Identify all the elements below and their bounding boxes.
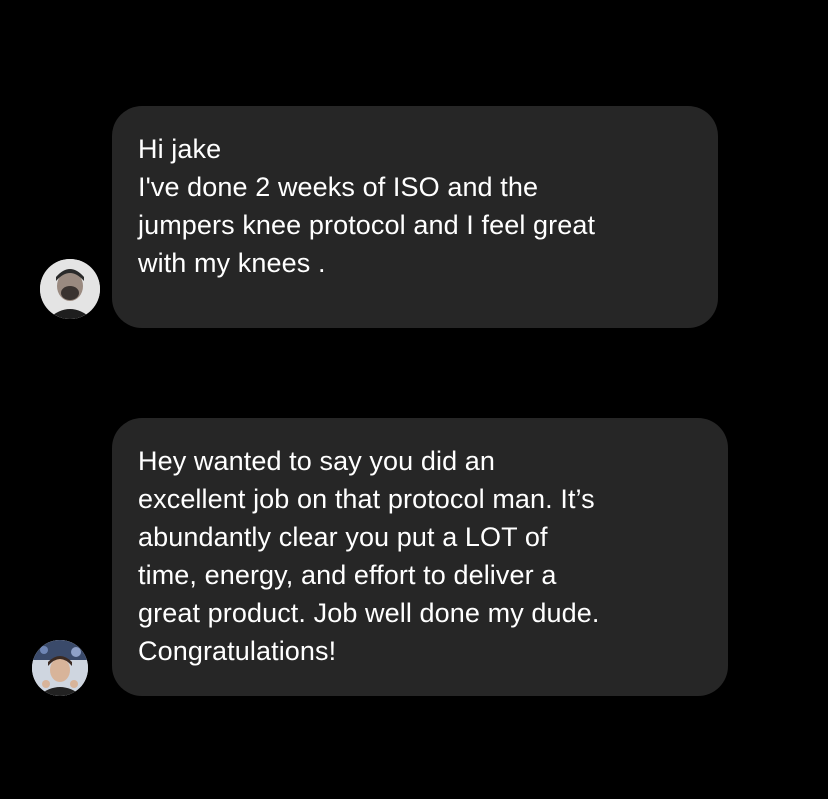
avatar-photo-icon <box>40 259 100 319</box>
message-text-line: abundantly clear you put a LOT of <box>138 522 548 552</box>
message-text-line: Hi jake <box>138 134 222 164</box>
user-avatar-icon[interactable] <box>32 640 88 696</box>
message-text-line: excellent job on that protocol man. It’s <box>138 484 595 514</box>
message-text-line: jumpers knee protocol and I feel great <box>138 210 596 240</box>
avatar-photo-icon <box>32 640 88 696</box>
message-text-line: great product. Job well done my dude. <box>138 598 600 628</box>
message-text-line: with my knees . <box>138 248 326 278</box>
user-avatar-icon[interactable] <box>40 259 100 319</box>
message-bubble-2[interactable]: Hey wanted to say you did an excellent j… <box>112 418 728 696</box>
message-text-line: time, energy, and effort to deliver a <box>138 560 557 590</box>
message-text-line: I've done 2 weeks of ISO and the <box>138 172 539 202</box>
message-text-line: Congratulations! <box>138 636 337 666</box>
message-bubble-1[interactable]: Hi jake I've done 2 weeks of ISO and the… <box>112 106 718 328</box>
message-text-line: Hey wanted to say you did an <box>138 446 496 476</box>
